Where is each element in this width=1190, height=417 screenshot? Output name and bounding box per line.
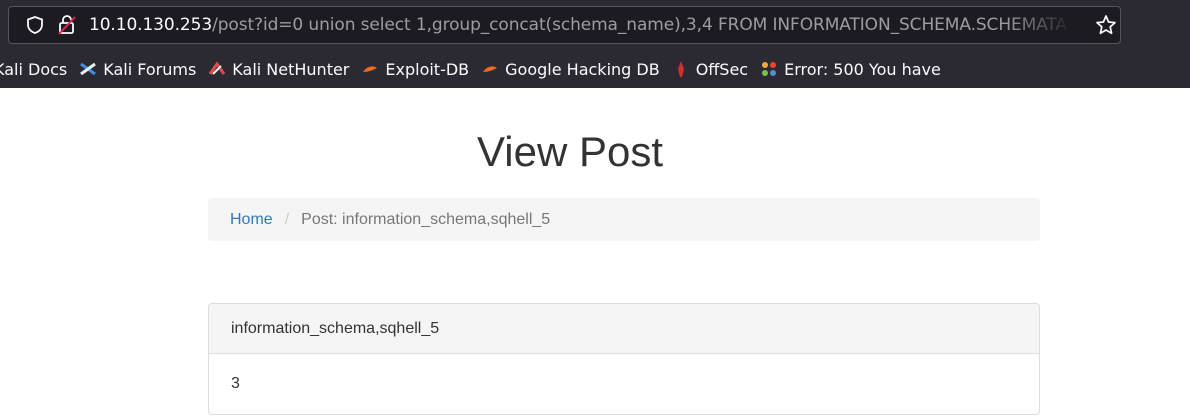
address-bar[interactable]: 10.10.130.253/post?id=0 union select 1,g… — [8, 6, 1121, 44]
bookmark-kali-forums[interactable]: Kali Forums — [79, 60, 196, 79]
post-body: 3 — [231, 375, 240, 392]
joomla-icon — [760, 60, 778, 78]
browser-chrome: 10.10.130.253/post?id=0 union select 1,g… — [0, 0, 1190, 88]
bookmark-label: Google Hacking DB — [505, 59, 660, 79]
exploit-db-icon — [361, 60, 379, 78]
bookmark-kali-docs[interactable]: Kali Docs — [0, 60, 67, 79]
bookmark-label: Kali NetHunter — [232, 59, 350, 79]
bookmark-google-hacking-db[interactable]: Google Hacking DB — [481, 60, 660, 79]
bookmarks-toolbar: Kali Docs Kali Forums Kali NetHunter Exp… — [0, 52, 1184, 86]
kali-nethunter-icon — [208, 60, 226, 78]
bookmark-offsec[interactable]: OffSec — [672, 60, 748, 79]
google-hacking-db-icon — [481, 60, 499, 78]
shield-icon[interactable] — [25, 7, 45, 43]
page-title: View Post — [477, 128, 663, 175]
post-heading: information_schema,sqhell_5 — [209, 304, 1039, 354]
bookmark-label: Error: 500 You have — [784, 59, 941, 79]
bookmark-label: Kali Docs — [0, 59, 68, 79]
bookmark-error-500[interactable]: Error: 500 You have — [760, 60, 941, 79]
url-path: /post?id=0 union select 1,group_concat(s… — [212, 15, 1067, 35]
breadcrumb-home-link[interactable]: Home — [230, 211, 273, 229]
bookmark-label: Exploit-DB — [385, 59, 470, 79]
url-host: 10.10.130.253 — [89, 15, 213, 35]
bookmark-star-icon[interactable] — [1095, 7, 1117, 43]
breadcrumb: Home / Post: information_schema,sqhell_5 — [208, 198, 1040, 241]
post-panel: information_schema,sqhell_5 3 — [208, 303, 1040, 415]
kali-forums-icon — [79, 60, 97, 78]
breadcrumb-current: Post: information_schema,sqhell_5 — [301, 210, 551, 228]
offsec-icon — [672, 60, 690, 78]
bookmark-label: Kali Forums — [103, 59, 197, 79]
bookmark-label: OffSec — [695, 59, 749, 79]
breadcrumb-separator: / — [284, 210, 290, 228]
bookmark-exploit-db[interactable]: Exploit-DB — [361, 60, 469, 79]
url-text[interactable]: 10.10.130.253/post?id=0 union select 1,g… — [89, 7, 1074, 43]
lock-warning-icon[interactable] — [57, 7, 77, 43]
bookmark-kali-nethunter[interactable]: Kali NetHunter — [208, 60, 349, 79]
